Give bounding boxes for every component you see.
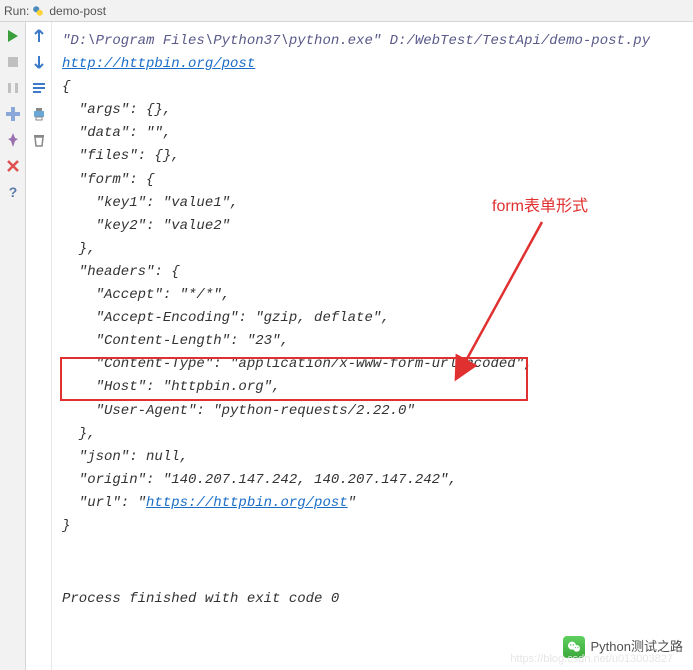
json-line: "Content-Type": "application/x-www-form-… <box>62 356 532 372</box>
bookmark-icon[interactable] <box>5 106 21 122</box>
json-line: }, <box>62 241 96 257</box>
python-file-icon <box>31 4 45 18</box>
main-container: ? "D:\Program Files\Python37\python.exe"… <box>0 22 693 670</box>
wrap-icon[interactable] <box>31 80 47 96</box>
print-icon[interactable] <box>31 106 47 122</box>
command-line: "D:\Program Files\Python37\python.exe" D… <box>62 33 650 49</box>
pin-icon[interactable] <box>5 132 21 148</box>
play-icon[interactable] <box>5 28 21 44</box>
json-tail: " <box>348 495 356 511</box>
json-line: "form": { <box>62 172 154 188</box>
json-line: }, <box>62 426 96 442</box>
json-line: "Host": "httpbin.org", <box>62 379 280 395</box>
faint-url-watermark: https://blog.csdn.net/u013003827 <box>510 650 673 668</box>
json-line: "key2": "value2" <box>62 218 230 234</box>
json-line: "Content-Length": "23", <box>62 333 289 349</box>
help-icon[interactable]: ? <box>5 184 21 200</box>
run-label: Run: <box>4 4 29 18</box>
json-line: "origin": "140.207.147.242, 140.207.147.… <box>62 472 457 488</box>
json-line: "data": "", <box>62 125 171 141</box>
url-link-2[interactable]: https://httpbin.org/post <box>146 495 348 511</box>
toolbar-left: ? <box>0 22 26 670</box>
json-line: { <box>62 79 70 95</box>
close-icon[interactable] <box>5 158 21 174</box>
tab-name: demo-post <box>49 4 106 18</box>
json-line: "url": " <box>62 495 146 511</box>
stop-icon[interactable] <box>5 54 21 70</box>
annotation-text: form表单形式 <box>492 194 588 220</box>
json-line: "User-Agent": "python-requests/2.22.0" <box>62 403 415 419</box>
svg-text:?: ? <box>8 184 17 200</box>
toolbar-secondary <box>26 22 52 670</box>
json-line: "Accept-Encoding": "gzip, deflate", <box>62 310 390 326</box>
console-output: "D:\Program Files\Python37\python.exe" D… <box>52 22 693 670</box>
json-line: "Accept": "*/*", <box>62 287 230 303</box>
titlebar: Run: demo-post <box>0 0 693 22</box>
json-line: "files": {}, <box>62 148 180 164</box>
url-link[interactable]: http://httpbin.org/post <box>62 56 255 72</box>
json-line: "headers": { <box>62 264 180 280</box>
exit-code-line: Process finished with exit code 0 <box>62 588 683 611</box>
arrow-down-icon[interactable] <box>31 54 47 70</box>
arrow-up-icon[interactable] <box>31 28 47 44</box>
trash-icon[interactable] <box>31 132 47 148</box>
json-line: "json": null, <box>62 449 188 465</box>
json-line: "key1": "value1", <box>62 195 238 211</box>
json-line: } <box>62 518 70 534</box>
pause-icon[interactable] <box>5 80 21 96</box>
json-line: "args": {}, <box>62 102 171 118</box>
